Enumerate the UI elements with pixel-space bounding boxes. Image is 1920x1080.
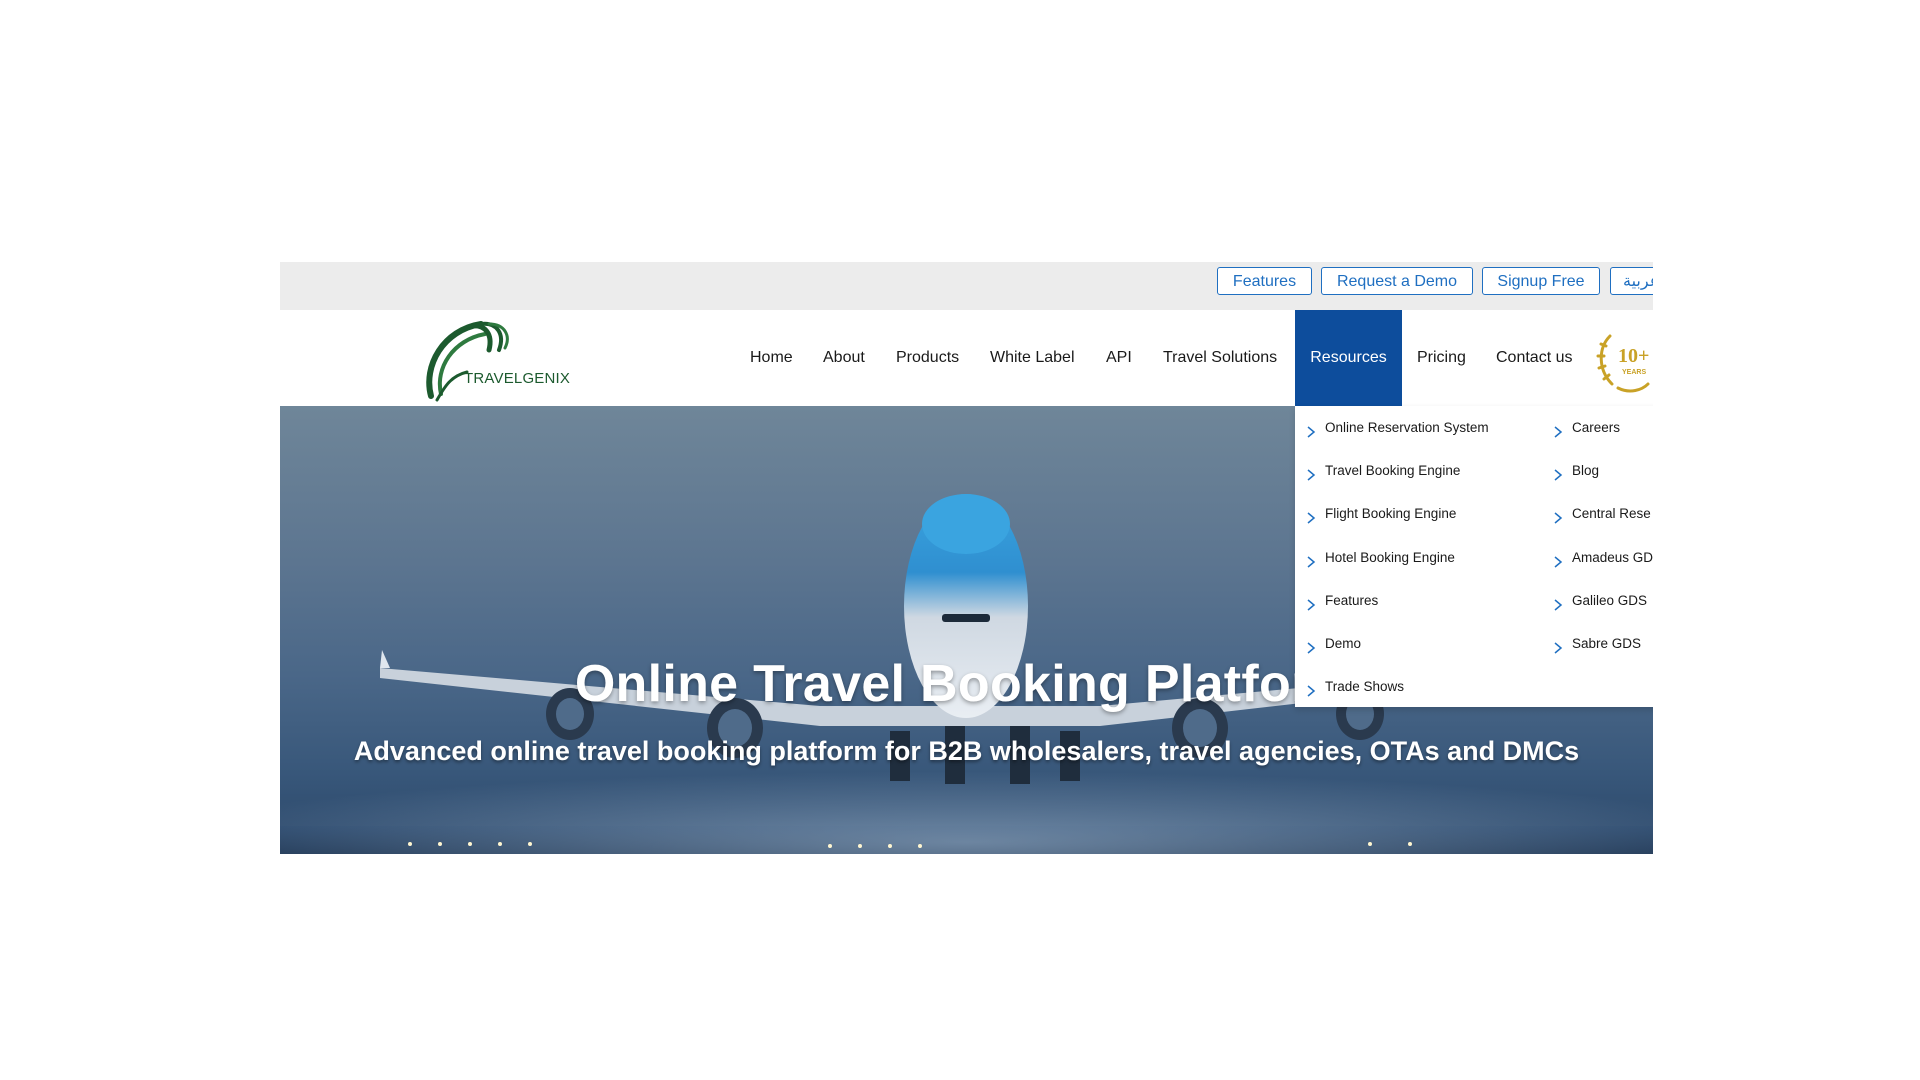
page-viewport: Features Request a Demo Signup Free عربي…	[280, 262, 1653, 854]
dropdown-item-label: Demo	[1325, 636, 1362, 651]
features-button[interactable]: Features	[1217, 267, 1312, 295]
chevron-right-icon	[1305, 553, 1317, 568]
chevron-right-icon	[1305, 466, 1317, 481]
chevron-right-icon	[1305, 423, 1317, 438]
request-demo-button[interactable]: Request a Demo	[1321, 267, 1473, 295]
nav-home[interactable]: Home	[750, 310, 793, 406]
dropdown-item-label: Amadeus GD	[1572, 549, 1653, 565]
signup-free-button[interactable]: Signup Free	[1482, 267, 1600, 295]
nav-products[interactable]: Products	[896, 310, 959, 406]
dropdown-item-label: Online Reservation System	[1325, 420, 1489, 435]
chevron-right-icon	[1305, 509, 1317, 524]
laurel-badge-icon: 10+ YEARS	[1596, 334, 1650, 393]
badge-years: YEARS	[1622, 369, 1646, 376]
travelgenix-logo[interactable]	[423, 316, 573, 404]
resources-dropdown-menu: Online Reservation System Travel Booking …	[1295, 406, 1653, 707]
dropdown-item-label: Trade Shows	[1325, 679, 1405, 695]
badge-number: 10+	[1618, 345, 1649, 367]
dropdown-item-label: Blog	[1572, 463, 1600, 479]
dropdown-item-label: Travel Booking Engine	[1325, 463, 1461, 479]
nav-white-label[interactable]: White Label	[990, 310, 1075, 406]
chevron-right-icon	[1552, 553, 1564, 568]
chevron-right-icon	[1552, 639, 1564, 654]
chevron-right-icon	[1552, 466, 1564, 481]
hero-subtitle: Advanced online travel booking platform …	[353, 736, 1580, 766]
chevron-right-icon	[1552, 423, 1564, 438]
chevron-right-icon	[1305, 596, 1317, 611]
chevron-right-icon	[1552, 596, 1564, 611]
nav-pricing[interactable]: Pricing	[1417, 310, 1466, 406]
nav-about[interactable]: About	[823, 310, 865, 406]
nav-api[interactable]: API	[1106, 310, 1132, 406]
logo-swirl-icon	[426, 321, 509, 402]
main-header: TRAVELGENIX Home About Products White La…	[280, 310, 1653, 406]
dropdown-item-label: Galileo GDS	[1572, 592, 1648, 608]
nav-travel-solutions[interactable]: Travel Solutions	[1163, 310, 1277, 406]
nav-resources[interactable]: Resources	[1295, 310, 1402, 406]
nav-contact-us[interactable]: Contact us	[1496, 310, 1572, 406]
chevron-right-icon	[1305, 639, 1317, 654]
dropdown-item-label: Sabre GDS	[1572, 636, 1642, 651]
dropdown-item-label: Flight Booking Engine	[1325, 506, 1457, 522]
language-arabic-button[interactable]: عربية	[1610, 267, 1653, 295]
chevron-right-icon	[1552, 509, 1564, 524]
dropdown-item-label: Careers	[1572, 420, 1621, 435]
dropdown-item-label: Central Rese	[1572, 506, 1651, 522]
dropdown-item-label: Hotel Booking Engine	[1325, 549, 1455, 565]
chevron-right-icon	[1305, 682, 1317, 697]
logo-wordmark: TRAVELGENIX	[464, 370, 571, 387]
ten-years-badge: 10+ YEARS	[1596, 324, 1653, 394]
utility-bar: Features Request a Demo Signup Free عربي…	[280, 262, 1653, 310]
dropdown-item-label: Features	[1325, 592, 1379, 608]
